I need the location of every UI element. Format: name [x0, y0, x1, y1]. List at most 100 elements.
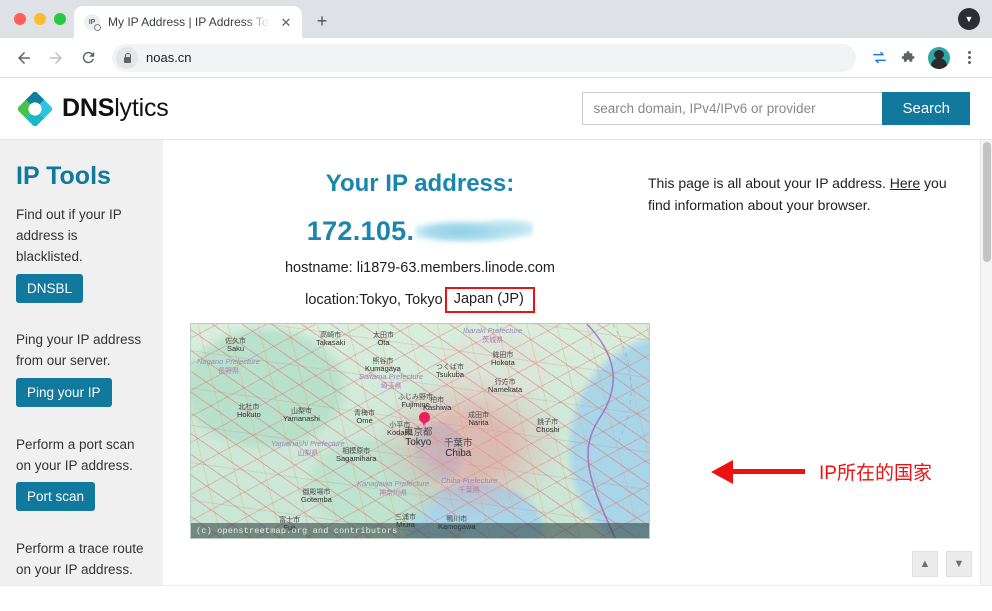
sidebar-text-trace-route: Perform a trace route on your IP address…: [16, 539, 147, 581]
scroll-buttons: ▲ ▼: [912, 551, 972, 577]
location-map[interactable]: 佐久市Saku 高崎市Takasaki 太田市Ota 熊谷市Kumagaya 北杜市Ho…: [190, 323, 650, 539]
map-place-label: 行方市Namekata: [488, 379, 522, 394]
sidebar-item-ping-your-ip[interactable]: Ping your IP: [16, 378, 112, 407]
ip-tools-sidebar: IP Tools Find out if your IP address is …: [0, 140, 163, 610]
map-prefecture-label: Yamanashi Prefecture山梨県: [271, 439, 345, 458]
map-place-label: 千葉市Chiba: [444, 439, 473, 459]
scroll-up-button[interactable]: ▲: [912, 551, 938, 577]
three-dot-menu-icon: [968, 51, 971, 64]
close-window-button[interactable]: [14, 13, 26, 25]
sidebar-text-ping: Ping your IP address from our server.: [16, 330, 147, 372]
intro-text-before: This page is all about your IP address.: [648, 175, 890, 191]
map-place-label: つくば市Tsukuba: [436, 364, 464, 379]
sidebar-item-port-scan[interactable]: Port scan: [16, 482, 95, 511]
location-label: location:: [305, 292, 359, 308]
share-sync-button[interactable]: [866, 45, 892, 71]
map-place-label: 御殿場市Gotemba: [301, 489, 332, 504]
map-boundary-line: [495, 324, 645, 538]
new-tab-button[interactable]: +: [308, 7, 336, 35]
browser-window: IP My IP Address | IP Address Too ✕ + ▼: [0, 0, 992, 611]
ip-magnifier-favicon: IP: [84, 14, 100, 30]
extensions-button[interactable]: [896, 45, 922, 71]
scrollbar-thumb[interactable]: [983, 142, 991, 262]
plus-icon: +: [317, 12, 328, 30]
ip-address-row: 172.105.: [189, 214, 651, 248]
triangle-up-icon: ▲: [920, 559, 931, 570]
search-button[interactable]: Search: [882, 92, 970, 125]
map-prefecture-label: Kanagawa Prefecture神奈川県: [357, 479, 429, 498]
arrow-left-icon: [15, 49, 33, 67]
map-place-label: 太田市Ota: [373, 332, 394, 347]
reload-icon: [80, 49, 97, 66]
location-row: location: Tokyo, Tokyo Japan (JP): [189, 285, 651, 315]
puzzle-extension-icon: [901, 49, 918, 66]
map-prefecture-label: Ibaraki Prefecture茨城県: [463, 326, 522, 345]
ip-address-value: 172.105.: [307, 216, 415, 247]
ip-address-redaction: [415, 218, 533, 244]
map-place-label: 山梨市Yamanashi: [283, 408, 320, 423]
share-sync-icon: [871, 49, 888, 66]
browser-tab[interactable]: IP My IP Address | IP Address Too ✕: [74, 6, 302, 38]
site-logo[interactable]: DNSlytics: [18, 92, 169, 126]
main-content: This page is all about your IP address. …: [163, 140, 992, 610]
status-badge: Japan (JP): [445, 287, 535, 314]
close-icon[interactable]: ✕: [278, 14, 294, 30]
search-input[interactable]: [582, 92, 882, 125]
back-button[interactable]: [10, 44, 38, 72]
site-brand: DNSlytics: [62, 94, 169, 123]
annotation-text: IP所在的国家: [819, 458, 932, 485]
brand-light: lytics: [114, 94, 168, 122]
sidebar-text-port-scan: Perform a port scan on your IP address.: [16, 435, 147, 477]
map-prefecture-label: Saitama Prefecture埼玉県: [359, 372, 423, 391]
browser-menu-button[interactable]: [956, 45, 982, 71]
map-prefecture-label: Chiba Prefecture千葉県: [441, 476, 497, 495]
minimize-window-button[interactable]: [34, 13, 46, 25]
location-city: Tokyo, Tokyo: [359, 292, 443, 308]
ip-info-block: Your IP address: 172.105. hostname: li18…: [189, 170, 651, 539]
map-place-label: 東京都Tokyo: [404, 428, 433, 448]
avatar: [928, 47, 950, 69]
chevron-down-icon: ▼: [965, 14, 974, 24]
address-bar[interactable]: noas.cn: [112, 44, 856, 72]
tab-title: My IP Address | IP Address Too: [108, 15, 270, 29]
tab-search-button[interactable]: ▼: [958, 8, 980, 30]
map-place-label: 青梅市Ome: [354, 410, 375, 425]
page-bottom-strip: [0, 585, 992, 610]
page-scrollbar[interactable]: [980, 140, 992, 610]
scroll-down-button[interactable]: ▼: [946, 551, 972, 577]
arrow-shaft: [733, 469, 805, 474]
map-place-label: 北杜市Hokuto: [237, 404, 261, 419]
map-place-label: 佐久市Saku: [225, 338, 246, 353]
lock-icon: [123, 53, 132, 63]
map-place-label: 熊谷市Kumagaya: [365, 358, 401, 373]
brand-bold: DNS: [62, 94, 114, 122]
reload-button[interactable]: [74, 44, 102, 72]
sidebar-title: IP Tools: [16, 162, 147, 191]
site-security-button[interactable]: [116, 47, 138, 69]
forward-button[interactable]: [42, 44, 70, 72]
hostname-label: hostname:: [285, 260, 357, 276]
map-place-label: 成田市Narita: [468, 412, 489, 427]
arrow-right-icon: [47, 49, 65, 67]
map-marker-pin: [419, 412, 430, 427]
site-header: DNSlytics Search: [0, 78, 992, 140]
map-place-label: 柏市Kashiwa: [423, 397, 451, 412]
site-search: Search: [582, 92, 970, 125]
page-viewport: DNSlytics Search IP Tools Find out if yo…: [0, 78, 992, 610]
address-bar-url: noas.cn: [146, 50, 192, 65]
map-place-label: 鉾田市Hokota: [491, 352, 515, 367]
annotation-overlay: IP所在的国家: [711, 458, 932, 485]
left-arrow-annotation: [711, 460, 733, 484]
page-title: Your IP address:: [189, 170, 651, 198]
map-prefecture-label: Nagano Prefecture長野県: [197, 357, 260, 376]
tab-strip: IP My IP Address | IP Address Too ✕ + ▼: [0, 0, 992, 38]
profile-button[interactable]: [926, 45, 952, 71]
window-traffic-lights: [10, 0, 74, 38]
browser-info-link[interactable]: Here: [890, 175, 920, 191]
intro-paragraph: This page is all about your IP address. …: [648, 172, 970, 217]
sidebar-item-dnsbl[interactable]: DNSBL: [16, 274, 83, 303]
maximize-window-button[interactable]: [54, 13, 66, 25]
map-place-label: 高崎市Takasaki: [316, 332, 345, 347]
page-body: IP Tools Find out if your IP address is …: [0, 140, 992, 610]
browser-toolbar: noas.cn: [0, 38, 992, 78]
